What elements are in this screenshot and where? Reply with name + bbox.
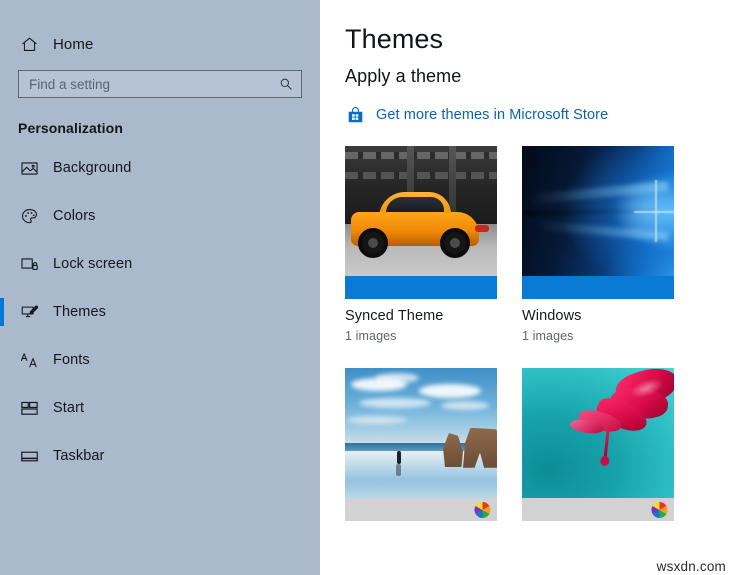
fonts-aa-icon bbox=[18, 349, 40, 371]
sidebar-item-label: Lock screen bbox=[53, 256, 133, 272]
theme-card[interactable]: Synced Theme 1 images bbox=[345, 146, 497, 343]
theme-accent-bar bbox=[345, 276, 497, 299]
home-label: Home bbox=[53, 35, 94, 53]
sidebar-item-label: Colors bbox=[53, 208, 96, 224]
sidebar-item-fonts[interactable]: Fonts bbox=[0, 336, 320, 384]
themes-grid: Synced Theme 1 images Windows 1 images bbox=[345, 146, 675, 530]
sidebar-item-label: Fonts bbox=[53, 352, 90, 368]
sidebar-item-lock-screen[interactable]: Lock screen bbox=[0, 240, 320, 288]
sidebar-item-label: Start bbox=[53, 400, 85, 416]
palette-icon bbox=[18, 205, 40, 227]
theme-preview-image bbox=[345, 146, 497, 276]
sidebar-item-label: Taskbar bbox=[53, 448, 105, 464]
sidebar-item-start[interactable]: Start bbox=[0, 384, 320, 432]
settings-window: Home Personalization bbox=[0, 0, 730, 575]
sidebar-nav: Background Colors Lock screen Themes Fon… bbox=[0, 144, 320, 480]
theme-image-count: 1 images bbox=[522, 329, 574, 343]
sidebar: Home Personalization bbox=[0, 0, 320, 575]
lock-screen-icon bbox=[18, 253, 40, 275]
sidebar-item-label: Themes bbox=[53, 304, 106, 320]
theme-thumbnail bbox=[345, 368, 497, 498]
theme-name: Synced Theme bbox=[345, 308, 444, 324]
theme-name: Windows bbox=[522, 308, 582, 324]
theme-card[interactable] bbox=[522, 368, 674, 530]
sidebar-item-taskbar[interactable]: Taskbar bbox=[0, 432, 320, 480]
theme-preview-image bbox=[522, 368, 674, 498]
selection-indicator bbox=[0, 298, 4, 326]
search-input[interactable] bbox=[19, 71, 301, 97]
page-title: Themes bbox=[345, 24, 444, 54]
start-tiles-icon bbox=[18, 397, 40, 419]
store-link-label: Get more themes in Microsoft Store bbox=[376, 107, 609, 123]
theme-thumbnail bbox=[522, 368, 674, 498]
home-icon bbox=[18, 33, 40, 55]
sidebar-item-label: Background bbox=[53, 160, 132, 176]
themes-brush-icon bbox=[18, 301, 40, 323]
theme-thumbnail bbox=[345, 146, 497, 276]
theme-card[interactable]: Windows 1 images bbox=[522, 146, 674, 343]
theme-thumbnail bbox=[522, 146, 674, 276]
sidebar-section-title: Personalization bbox=[18, 120, 123, 136]
theme-card[interactable] bbox=[345, 368, 497, 530]
main-content: Themes Apply a theme Get more themes in … bbox=[320, 0, 730, 575]
sidebar-item-colors[interactable]: Colors bbox=[0, 192, 320, 240]
theme-preview-image bbox=[345, 368, 497, 498]
sidebar-item-themes[interactable]: Themes bbox=[0, 288, 320, 336]
theme-preview-image bbox=[522, 146, 674, 276]
theme-accent-bar bbox=[345, 498, 497, 521]
theme-accent-bar bbox=[522, 498, 674, 521]
color-wheel-icon bbox=[474, 501, 491, 518]
taskbar-icon bbox=[18, 445, 40, 467]
sidebar-item-home[interactable]: Home bbox=[0, 27, 320, 61]
sidebar-item-background[interactable]: Background bbox=[0, 144, 320, 192]
search-box[interactable] bbox=[18, 70, 302, 98]
watermark: wsxdn.com bbox=[656, 559, 726, 574]
color-wheel-icon bbox=[651, 501, 668, 518]
get-more-themes-link[interactable]: Get more themes in Microsoft Store bbox=[345, 105, 608, 125]
microsoft-store-icon bbox=[345, 105, 365, 125]
apply-a-theme-heading: Apply a theme bbox=[345, 66, 462, 86]
theme-accent-bar bbox=[522, 276, 674, 299]
theme-image-count: 1 images bbox=[345, 329, 397, 343]
picture-icon bbox=[18, 157, 40, 179]
